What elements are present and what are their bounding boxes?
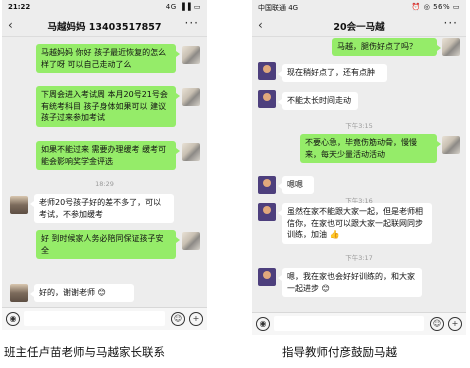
avatar[interactable] [182,232,200,250]
avatar[interactable] [258,62,276,80]
avatar[interactable] [258,176,276,194]
chat-header: ‹ 马越妈妈 13403517857 ··· [2,14,207,37]
message-bubble-incoming[interactable]: 嗯，我在家也会好好训练的，和大家一起进步 😊 [278,268,422,298]
caption-right: 指导教师付彦鼓励马越 [282,345,397,359]
input-bar: ◉ ☺ + [2,307,207,330]
message-bubble-outgoing[interactable]: 下周会进入考试周 本月20号21号会有统考科目 孩子身体如果可以 建议孩子过来参… [36,86,180,127]
message-bubble-incoming[interactable]: 虽然在家不能跟大家一起，但是老师相信你，在家也可以跟大家一起联网同步训练，加油 … [278,203,432,244]
message-input[interactable] [274,316,424,331]
message-input[interactable] [24,311,165,326]
avatar[interactable] [258,268,276,286]
time-divider: 18:29 [95,180,114,188]
voice-icon[interactable]: ◉ [256,317,270,331]
input-bar: ◉ ☺ + [252,312,466,335]
avatar[interactable] [182,143,200,161]
message-bubble-incoming[interactable]: 不能太长时间走动 [278,92,358,110]
plus-icon[interactable]: + [448,317,462,331]
chat-header: ‹ 20会一马越 ··· [252,14,466,37]
avatar[interactable] [182,46,200,64]
message-bubble-incoming[interactable]: 好的，谢谢老师 😊 [30,284,134,302]
status-bar: 21:22 4G ▐▐ ▭ [2,0,207,14]
time-divider: 下午3:17 [345,254,373,262]
chat-window-student: 中国联通 4G ⏰ ◎ 56% ▭ ‹ 20会一马越 ··· 马越，腿伤好点了吗… [252,0,466,335]
avatar[interactable] [10,196,28,214]
avatar[interactable] [258,90,276,108]
status-indicators: ⏰ ◎ 56% ▭ [411,3,460,11]
emoji-icon[interactable]: ☺ [430,317,444,331]
message-bubble-incoming[interactable]: 嗯嗯 [278,176,314,194]
more-icon[interactable]: ··· [444,16,458,30]
voice-icon[interactable]: ◉ [6,312,20,326]
chat-title: 马越妈妈 13403517857 [47,22,162,33]
message-bubble-incoming[interactable]: 现在稍好点了，还有点肿 [278,64,387,82]
message-bubble-outgoing[interactable]: 如果不能过来 需要办理缓考 缓考可能会影响奖学金评选 [36,141,180,171]
status-bar: 中国联通 4G ⏰ ◎ 56% ▭ [252,0,466,14]
status-indicators: 4G ▐▐ ▭ [165,3,201,11]
time-divider: 下午3:15 [345,122,373,130]
chat-title: 20会一马越 [333,22,385,33]
avatar[interactable] [442,38,460,56]
message-bubble-incoming[interactable]: 老师20号孩子好的差不多了，可以考试，不参加缓考 [30,194,174,224]
caption-left: 班主任卢苗老师与马越家长联系 [4,345,165,359]
more-icon[interactable]: ··· [185,16,199,30]
message-bubble-outgoing[interactable]: 好 到时候家人务必陪同保证孩子安全 [36,230,180,260]
avatar[interactable] [442,136,460,154]
status-carrier: 中国联通 4G [258,4,299,12]
plus-icon[interactable]: + [189,312,203,326]
chat-window-parent: 21:22 4G ▐▐ ▭ ‹ 马越妈妈 13403517857 ··· 马越妈… [2,0,207,330]
avatar[interactable] [258,203,276,221]
avatar[interactable] [10,284,28,302]
message-bubble-outgoing[interactable]: 马越，腿伤好点了吗？ [332,38,441,56]
avatar[interactable] [182,88,200,106]
message-bubble-outgoing[interactable]: 不要心急，毕竟伤筋动骨，慢慢来，每天少量活动活动 [300,134,441,164]
message-bubble-outgoing[interactable]: 马越妈妈 你好 孩子最近恢复的怎么样了呀 可以自己走动了么 [36,44,180,74]
status-time: 21:22 [8,3,31,11]
emoji-icon[interactable]: ☺ [171,312,185,326]
